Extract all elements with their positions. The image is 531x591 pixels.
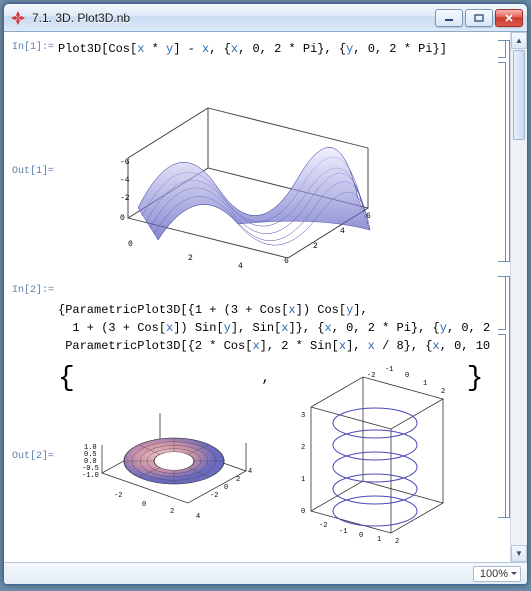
window-title: 7.1. 3D. Plot3D.nb	[32, 11, 429, 25]
cell-bracket[interactable]	[498, 62, 506, 262]
cell-bracket[interactable]	[498, 40, 506, 58]
svg-text:6: 6	[366, 212, 371, 221]
svg-text:2: 2	[188, 254, 193, 263]
svg-text:-2: -2	[120, 194, 130, 203]
cell-bracket-rail[interactable]	[492, 32, 510, 562]
scroll-thumb[interactable]	[513, 50, 525, 140]
svg-text:4: 4	[196, 513, 200, 521]
zoom-dropdown[interactable]: 100%	[473, 566, 521, 582]
out-label: Out[1]=	[10, 166, 54, 177]
out-label: Out[2]=	[10, 451, 54, 462]
notebook-area: In[1]:= Plot3D[Cos[x * y] - x, {x, 0, 2 …	[4, 32, 527, 562]
svg-text:1: 1	[377, 536, 381, 543]
svg-text:2: 2	[441, 388, 445, 396]
svg-text:0: 0	[359, 532, 363, 540]
svg-text:2: 2	[313, 242, 318, 251]
svg-text:-2: -2	[367, 372, 375, 380]
svg-text:0: 0	[224, 484, 228, 492]
output-cell-2[interactable]: Out[2]= {	[10, 359, 490, 554]
svg-text:4: 4	[248, 468, 252, 476]
in-label: In[1]:=	[10, 40, 54, 53]
svg-text:0: 0	[301, 508, 305, 516]
cell-bracket[interactable]	[498, 334, 506, 518]
svg-text:4: 4	[340, 227, 345, 236]
app-window: 7.1. 3D. Plot3D.nb In[1]:= Plot3D[Cos[x …	[3, 3, 528, 585]
svg-text:1: 1	[301, 476, 305, 484]
plot3d-output-1[interactable]: 0 0 2 4 -2 -4 -6 2 4 6 6	[58, 64, 398, 279]
svg-text:-1: -1	[385, 366, 393, 374]
code-line[interactable]: Plot3D[Cos[x * y] - x, {x, 0, 2 * Pi}, {…	[58, 40, 447, 58]
svg-text:-2: -2	[210, 492, 218, 500]
scroll-down-button[interactable]: ▼	[511, 545, 527, 562]
svg-text:3: 3	[301, 412, 305, 420]
parametric-torus[interactable]: 1.00.50.0-0.5-1.0 -2024 -2024	[78, 363, 258, 526]
cell-bracket[interactable]	[498, 276, 506, 330]
svg-text:4: 4	[238, 262, 243, 268]
parametric-helix[interactable]: 0 1 2 3 -2 -1 0 1 2 -2 -1 0 1 2	[273, 363, 463, 546]
svg-text:-4: -4	[120, 176, 130, 185]
input-cell-1[interactable]: In[1]:= Plot3D[Cos[x * y] - x, {x, 0, 2 …	[10, 40, 490, 58]
svg-text:2: 2	[301, 444, 305, 452]
statusbar: 100%	[4, 562, 527, 584]
plot3d-output-2[interactable]: {	[58, 359, 483, 554]
titlebar[interactable]: 7.1. 3D. Plot3D.nb	[4, 4, 527, 32]
svg-text:-2: -2	[319, 522, 327, 530]
maximize-button[interactable]	[465, 9, 493, 27]
svg-text:0: 0	[120, 214, 125, 223]
zoom-value: 100%	[480, 568, 508, 580]
svg-text:-1.0: -1.0	[82, 472, 99, 480]
svg-text:0: 0	[405, 372, 409, 380]
svg-text:2: 2	[395, 538, 399, 543]
svg-text:1: 1	[423, 380, 427, 388]
svg-text:-1: -1	[339, 528, 347, 536]
minimize-button[interactable]	[435, 9, 463, 27]
input-cell-2[interactable]: In[2]:= {ParametricPlot3D[{1 + (3 + Cos[…	[10, 283, 490, 355]
client-area: In[1]:= Plot3D[Cos[x * y] - x, {x, 0, 2 …	[4, 32, 527, 584]
svg-text:0: 0	[128, 240, 133, 249]
vertical-scrollbar[interactable]: ▲ ▼	[510, 32, 527, 562]
svg-text:-2: -2	[114, 492, 122, 500]
cells-column: In[1]:= Plot3D[Cos[x * y] - x, {x, 0, 2 …	[4, 32, 492, 562]
mathematica-icon	[10, 10, 26, 26]
svg-text:2: 2	[236, 476, 240, 484]
window-controls	[435, 9, 523, 27]
svg-text:6: 6	[284, 257, 289, 266]
close-button[interactable]	[495, 9, 523, 27]
output-cell-1[interactable]: Out[1]=	[10, 64, 490, 279]
code-block[interactable]: {ParametricPlot3D[{1 + (3 + Cos[x]) Cos[…	[58, 283, 492, 355]
in-label: In[2]:=	[10, 283, 54, 296]
svg-text:-6: -6	[120, 158, 130, 167]
svg-text:0: 0	[142, 501, 146, 509]
scroll-up-button[interactable]: ▲	[511, 32, 527, 49]
svg-text:2: 2	[170, 508, 174, 516]
